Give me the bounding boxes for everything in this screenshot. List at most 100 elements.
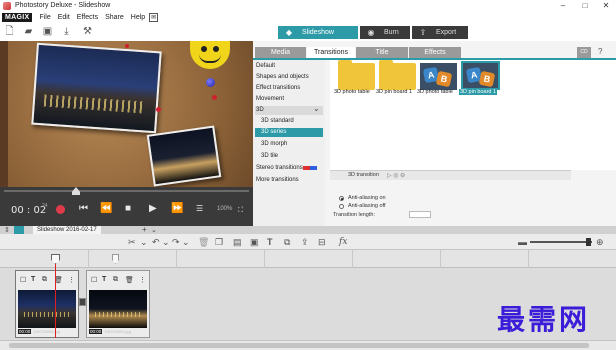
transition-folder-pin-board[interactable] [379, 60, 416, 90]
menu-share[interactable]: Share [105, 14, 124, 21]
tab-title[interactable]: Title [356, 47, 408, 58]
delete-icon[interactable]: 🗑 [198, 237, 209, 247]
menu-help[interactable]: Help [131, 14, 145, 21]
crop-icon[interactable]: ⧉ [284, 237, 290, 247]
clip-crop-icon[interactable]: ⧉ [42, 276, 47, 284]
text-icon[interactable]: T [267, 237, 273, 247]
timeline-tabbar: ⇕ Slideshow 2016-02-17 + ⌄ [0, 225, 616, 234]
help-icon[interactable]: ? [598, 47, 602, 56]
expand-icon[interactable]: ⇕ [4, 226, 10, 234]
feedback-icon[interactable]: ✉ [149, 12, 159, 22]
transition-marker[interactable] [79, 298, 86, 306]
menu-edit[interactable]: Edit [58, 14, 70, 21]
fullscreen-icon[interactable]: ⛶ [238, 205, 243, 217]
title-bar: Photostory Deluxe - Slideshow – □ ✕ [0, 0, 616, 11]
tab-menu-icon[interactable]: ⌄ [151, 226, 157, 234]
redo-icon[interactable]: ↷ [172, 237, 180, 247]
chevron-down-icon[interactable]: ⌄ [313, 104, 320, 113]
minimize-button[interactable]: – [555, 0, 571, 11]
wand-icon[interactable]: ⚒ [82, 26, 93, 37]
category-stereo[interactable]: Stereo transitions [256, 165, 303, 171]
timeline-scrollbar[interactable] [0, 340, 616, 350]
paste-icon[interactable]: ▤ [233, 237, 242, 247]
transition-preview-controls[interactable]: ▷ ◎ ⊖ [387, 172, 405, 179]
category-3d[interactable]: 3D [256, 107, 264, 113]
play-icon[interactable]: ▶ [149, 203, 157, 215]
undo-menu-icon[interactable]: ⌄ [162, 237, 170, 247]
function-icon[interactable]: fx [339, 237, 347, 247]
mode-burn-button[interactable]: ◉ Burn [360, 26, 410, 39]
timeline-tab[interactable]: Slideshow 2016-02-17 [33, 226, 101, 234]
clip-menu-icon[interactable]: ⋮ [139, 276, 146, 284]
close-button[interactable]: ✕ [598, 0, 614, 11]
cut-menu-icon[interactable]: ⌄ [140, 237, 148, 247]
zoom-out-icon[interactable]: ▬ [518, 237, 527, 247]
save-icon[interactable]: ▣ [42, 26, 53, 37]
cd-icon[interactable]: CD [577, 47, 591, 58]
new-file-icon[interactable]: 🗋 [4, 26, 15, 37]
disc-icon: ◉ [367, 28, 375, 37]
zoom-in-icon[interactable]: ⊕ [596, 237, 604, 247]
preview-scrubber[interactable] [0, 187, 253, 195]
transition-pin-board-selected[interactable]: A B [461, 61, 500, 90]
display-menu-icon[interactable]: ☰ [196, 203, 203, 215]
fast-forward-icon[interactable]: ⏩ [171, 203, 183, 215]
timeline-zoom-thumb[interactable] [586, 238, 591, 246]
mode-slideshow-button[interactable]: ◆ Slideshow [278, 26, 358, 39]
redo-menu-icon[interactable]: ⌄ [182, 237, 190, 247]
clip-text-icon[interactable]: T [31, 276, 35, 283]
tab-effects[interactable]: Effects [409, 47, 461, 58]
mode-export-button[interactable]: ⇪ Export [412, 26, 468, 39]
timeline-view-icon[interactable] [14, 226, 24, 234]
add-tab-icon[interactable]: + [142, 225, 147, 234]
download-icon[interactable]: ⤓ [61, 26, 72, 37]
transition-photo-table[interactable]: A B [420, 63, 457, 90]
red-pin [125, 44, 129, 48]
clip-select-icon[interactable]: ☐ [20, 276, 26, 284]
timecode: 00 : 02 [11, 205, 47, 216]
maximize-button[interactable]: □ [577, 0, 593, 11]
insert-image-icon[interactable]: ▣ [250, 237, 259, 247]
category-default[interactable]: Default [256, 63, 275, 69]
rewind-icon[interactable]: ⏪ [100, 203, 112, 215]
timeline-clip[interactable]: ☐ T ⧉ 🗑 ⋮ 00:00 DSC00000.jpg [86, 270, 150, 338]
record-button[interactable] [56, 205, 65, 214]
category-effect-transitions[interactable]: Effect transitions [256, 85, 300, 91]
copy-icon[interactable]: ❐ [215, 237, 223, 247]
menu-file[interactable]: File [39, 14, 50, 21]
antialias-off-radio[interactable] [339, 204, 344, 209]
scrollbar-thumb[interactable] [9, 343, 589, 348]
undo-icon[interactable]: ↶ [152, 237, 160, 247]
antialias-on-radio[interactable] [339, 196, 344, 201]
clip-delete-icon[interactable]: 🗑 [125, 276, 134, 284]
clip-crop-icon[interactable]: ⧉ [113, 276, 118, 284]
timeline-clip[interactable]: ☐ T ⧉ 🗑 ⋮ 00:00 DSC00000.jpg [15, 270, 79, 338]
cut-icon[interactable]: ✂ [128, 237, 136, 247]
open-folder-icon[interactable]: ▰ [23, 26, 34, 37]
toolbar: 🗋 ▰ ▣ ⤓ ⚒ ◆ Slideshow ◉ Burn ⇪ Export [0, 23, 616, 41]
category-3d-standard[interactable]: 3D standard [261, 118, 294, 124]
scrubber-thumb[interactable] [72, 187, 80, 195]
tab-media[interactable]: Media [255, 47, 306, 58]
export-frame-icon[interactable]: ⊟ [318, 237, 326, 247]
transition-folder-photo-table[interactable] [338, 60, 375, 90]
clip-lights [95, 312, 141, 317]
tab-transitions[interactable]: Transitions [307, 47, 355, 58]
category-3d-morph[interactable]: 3D morph [261, 141, 287, 147]
timeline-zoom-track[interactable] [530, 241, 592, 243]
category-more[interactable]: More transitions [256, 177, 299, 183]
stop-icon[interactable]: ■ [125, 203, 131, 215]
clip-text-icon[interactable]: T [102, 276, 106, 283]
import-icon[interactable]: ⇪ [301, 237, 309, 247]
transition-length-input[interactable] [409, 211, 431, 218]
timeline-ruler[interactable] [0, 250, 616, 268]
category-3d-tile[interactable]: 3D tile [261, 153, 278, 159]
clip-select-icon[interactable]: ☐ [91, 276, 97, 284]
zoom-level[interactable]: 100% [217, 206, 232, 212]
go-to-start-icon[interactable]: ⏮ [79, 203, 88, 215]
category-3d-series[interactable]: 3D series [261, 129, 286, 135]
category-movement[interactable]: Movement [256, 96, 284, 102]
clip-menu-icon[interactable]: ⋮ [68, 276, 75, 284]
category-shapes[interactable]: Shapes and objects [256, 74, 309, 80]
menu-effects[interactable]: Effects [77, 14, 98, 21]
